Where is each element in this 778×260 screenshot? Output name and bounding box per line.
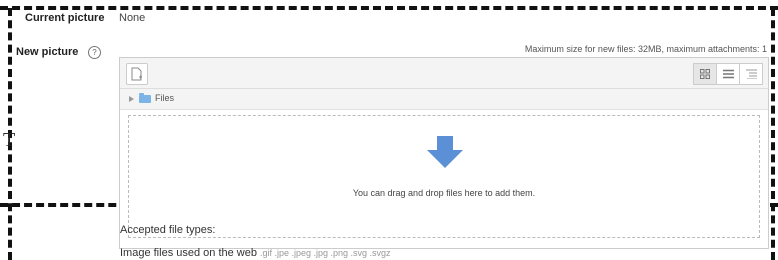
list-view-button[interactable] (716, 63, 740, 85)
stray-glyph: T (3, 129, 16, 151)
icons-view-icon (700, 69, 710, 79)
expand-triangle-icon[interactable] (129, 96, 134, 102)
current-picture-value: None (119, 12, 146, 24)
dashed-border-right (771, 8, 775, 260)
file-drop-zone[interactable]: You can drag and drop files here to add … (128, 115, 760, 238)
file-picker-toolbar (120, 58, 768, 89)
accepted-types-list: Image files used on the web .gif .jpe .jp… (120, 247, 391, 259)
folder-icon (139, 93, 151, 103)
accepted-types-heading: Accepted file types: (120, 224, 216, 236)
file-path-bar: Files (120, 89, 768, 110)
accepted-group-name: Image files used on the web (120, 247, 257, 259)
question-circle-icon[interactable]: ? (88, 46, 101, 59)
tree-view-icon (745, 69, 757, 79)
view-mode-group (693, 63, 763, 85)
tree-view-button[interactable] (739, 63, 763, 85)
download-arrow-icon (427, 136, 463, 168)
files-folder-label[interactable]: Files (155, 93, 174, 103)
current-picture-label: Current picture (25, 12, 105, 24)
add-file-button[interactable] (126, 63, 148, 85)
new-picture-label: New picture (16, 46, 79, 58)
list-view-icon (722, 69, 734, 79)
add-file-icon (131, 67, 142, 81)
dashed-border-top (0, 6, 778, 10)
drop-zone-text: You can drag and drop files here to add … (352, 188, 536, 198)
icons-view-button[interactable] (693, 63, 717, 85)
accepted-extensions: .gif .jpe .jpeg .jpg .png .svg .svgz (259, 248, 391, 258)
file-picker: Files You can drag and drop files here t… (119, 57, 769, 249)
max-size-info: Maximum size for new files: 32MB, maximu… (524, 44, 767, 54)
